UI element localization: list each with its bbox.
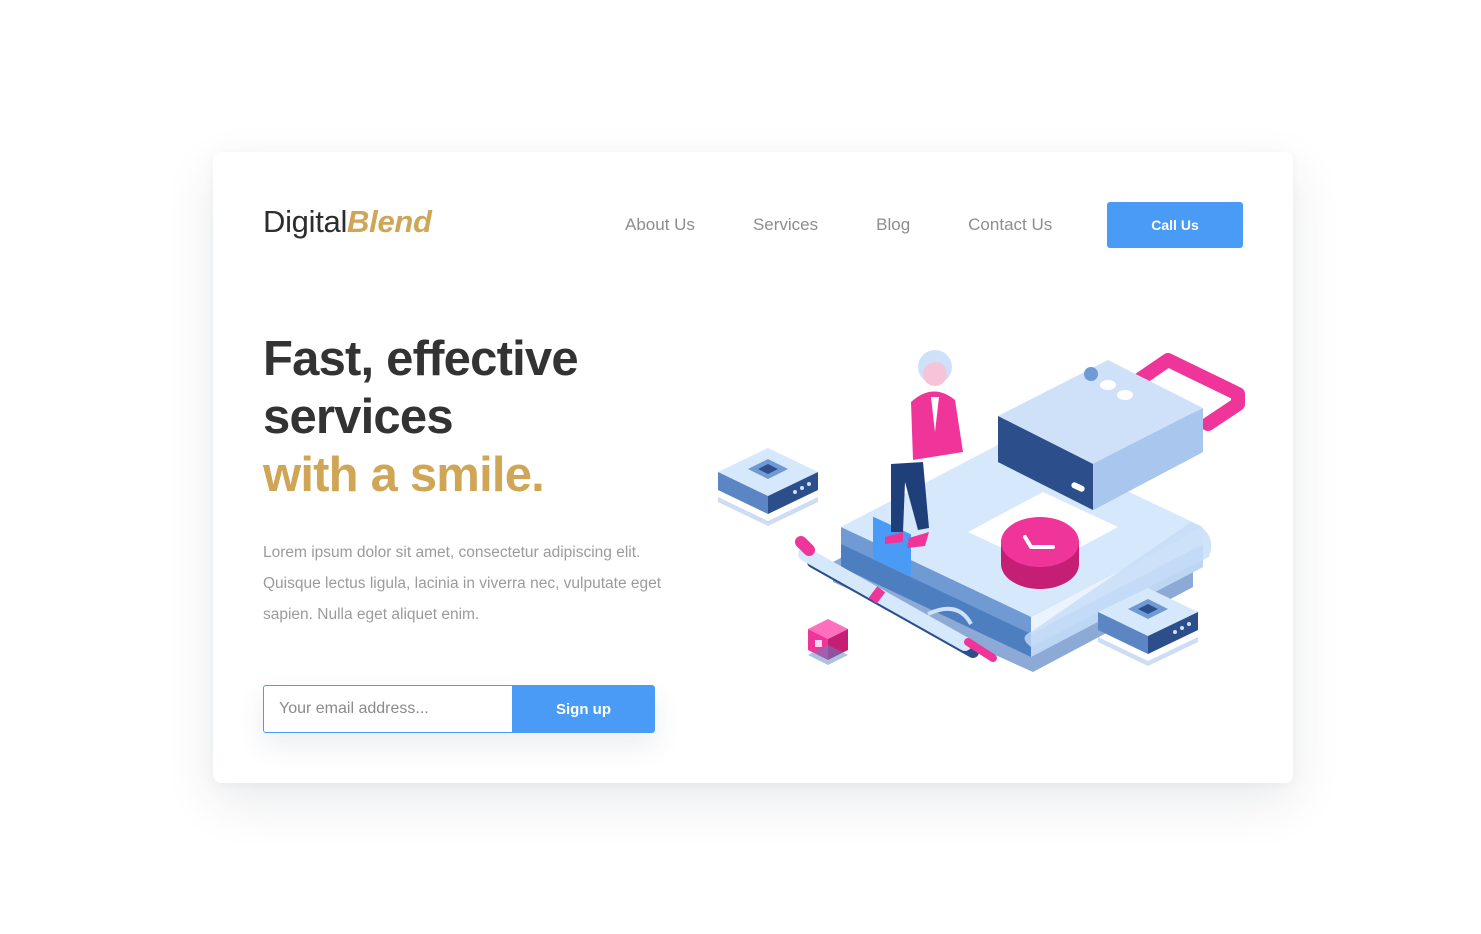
sign-up-button[interactable]: Sign up xyxy=(512,685,655,733)
nav-item-contact-us[interactable]: Contact Us xyxy=(968,215,1052,235)
brand-name-regular: Digital xyxy=(263,204,348,239)
headline-accent: with a smile. xyxy=(263,448,545,502)
hero-card: DigitalBlend About Us Services Blog Cont… xyxy=(213,152,1293,783)
headline-line-2: services xyxy=(263,390,454,444)
headline-line-1: Fast, effective xyxy=(263,332,579,386)
nav-item-services[interactable]: Services xyxy=(753,215,818,235)
security-illustration-icon xyxy=(718,350,1245,672)
hero-description: Lorem ipsum dolor sit amet, consectetur … xyxy=(263,544,662,623)
brand-name-accent: Blend xyxy=(347,204,432,239)
hero-headline: Fast, effective services with a smile. xyxy=(263,330,579,504)
main-nav: About Us Services Blog Contact Us xyxy=(625,215,1052,235)
nav-item-about-us[interactable]: About Us xyxy=(625,215,695,235)
signup-form: Sign up xyxy=(263,685,655,733)
call-us-button[interactable]: Call Us xyxy=(1107,202,1243,248)
email-input[interactable] xyxy=(263,685,512,733)
nav-item-blog[interactable]: Blog xyxy=(876,215,910,235)
brand-logo[interactable]: DigitalBlend xyxy=(263,204,432,240)
